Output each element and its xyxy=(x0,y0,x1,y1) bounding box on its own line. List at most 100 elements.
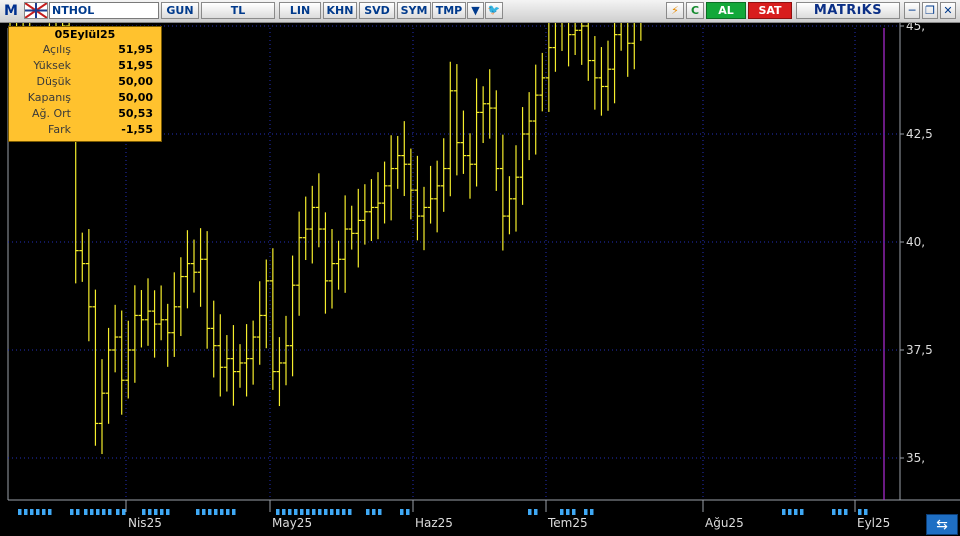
info-value: 50,00 xyxy=(118,91,153,104)
info-row-change: Fark -1,55 xyxy=(9,122,161,138)
svd-button[interactable]: SVD xyxy=(359,2,395,19)
info-value: 50,00 xyxy=(118,75,153,88)
tmp-button[interactable]: TMP xyxy=(432,2,466,19)
info-label: Ağ. Ort xyxy=(32,107,71,120)
volume-tick xyxy=(584,509,588,515)
time-tick-label: Nis25 xyxy=(128,516,162,530)
volume-tick xyxy=(276,509,280,515)
time-tick-label: Tem25 xyxy=(547,516,588,530)
price-tick-label: 35, xyxy=(906,451,925,465)
volume-tick xyxy=(366,509,370,515)
info-row-wavg: Ağ. Ort 50,53 xyxy=(9,106,161,122)
volume-tick xyxy=(84,509,88,515)
volume-tick xyxy=(154,509,158,515)
currency-button[interactable]: TL xyxy=(201,2,275,19)
volume-tick xyxy=(534,509,538,515)
volume-tick xyxy=(226,509,230,515)
volume-tick xyxy=(202,509,206,515)
symbol-input[interactable]: NTHOL xyxy=(49,2,159,19)
volume-tick xyxy=(90,509,94,515)
ohlc-info-box: 05Eylül25 Açılış 51,95 Yüksek 51,95 Düşük 5… xyxy=(8,26,162,142)
period-button[interactable]: GUN xyxy=(161,2,199,19)
volume-tick xyxy=(782,509,786,515)
volume-tick xyxy=(864,509,868,515)
volume-tick xyxy=(590,509,594,515)
volume-tick xyxy=(220,509,224,515)
buy-button[interactable]: AL xyxy=(706,2,746,19)
volume-tick xyxy=(336,509,340,515)
info-row-high: Yüksek 51,95 xyxy=(9,58,161,74)
volume-tick xyxy=(288,509,292,515)
volume-tick xyxy=(312,509,316,515)
info-row-close: Kapanış 50,00 xyxy=(9,90,161,106)
volume-tick xyxy=(348,509,352,515)
info-value: 51,95 xyxy=(118,43,153,56)
info-row-open: Açılış 51,95 xyxy=(9,42,161,58)
dropdown-arrow-icon[interactable]: ▼ xyxy=(467,2,484,19)
volume-tick xyxy=(48,509,52,515)
volume-tick xyxy=(528,509,532,515)
info-label: Düşük xyxy=(36,75,71,88)
volume-tick xyxy=(400,509,404,515)
volume-tick xyxy=(24,509,28,515)
volume-tick xyxy=(406,509,410,515)
close-icon[interactable]: ✕ xyxy=(940,2,956,19)
volume-tick xyxy=(372,509,376,515)
volume-tick xyxy=(572,509,576,515)
volume-tick xyxy=(116,509,120,515)
twitter-icon[interactable]: 🐦 xyxy=(485,2,503,19)
volume-tick xyxy=(282,509,286,515)
sell-button[interactable]: SAT xyxy=(748,2,792,19)
volume-tick xyxy=(794,509,798,515)
volume-tick xyxy=(122,509,126,515)
khn-button[interactable]: KHN xyxy=(323,2,357,19)
info-label: Yüksek xyxy=(33,59,71,72)
linear-button[interactable]: LIN xyxy=(279,2,321,19)
volume-tick xyxy=(832,509,836,515)
volume-tick xyxy=(30,509,34,515)
minimize-icon[interactable]: ─ xyxy=(904,2,920,19)
refresh-button[interactable]: C xyxy=(686,2,704,19)
volume-tick xyxy=(800,509,804,515)
info-value: 50,53 xyxy=(118,107,153,120)
sync-icon[interactable]: ⇆ xyxy=(926,514,958,535)
flash-icon[interactable]: ⚡ xyxy=(666,2,684,19)
volume-tick xyxy=(330,509,334,515)
volume-tick xyxy=(42,509,46,515)
sym-button[interactable]: SYM xyxy=(397,2,431,19)
volume-tick xyxy=(102,509,106,515)
info-row-low: Düşük 50,00 xyxy=(9,74,161,90)
volume-tick xyxy=(160,509,164,515)
info-date: 05Eylül25 xyxy=(54,28,116,41)
volume-tick xyxy=(342,509,346,515)
matriks-m-logo: M xyxy=(4,3,18,19)
price-tick-label: 40, xyxy=(906,235,925,249)
volume-tick xyxy=(18,509,22,515)
volume-tick xyxy=(70,509,74,515)
volume-tick xyxy=(148,509,152,515)
price-tick-label: 37,5 xyxy=(906,343,933,357)
restore-icon[interactable]: ❐ xyxy=(922,2,938,19)
volume-tick xyxy=(76,509,80,515)
matriks-brand-logo: MATRıKS xyxy=(796,2,900,19)
flag-icon[interactable] xyxy=(24,2,48,19)
volume-tick xyxy=(566,509,570,515)
volume-tick xyxy=(294,509,298,515)
volume-tick xyxy=(108,509,112,515)
volume-tick xyxy=(208,509,212,515)
info-label: Açılış xyxy=(42,43,71,56)
info-value: -1,55 xyxy=(121,123,153,136)
volume-tick xyxy=(166,509,170,515)
toolbar: M NTHOL GUN TL LIN KHN SVD SYM TMP ▼ 🐦 ⚡… xyxy=(0,0,960,23)
volume-tick xyxy=(96,509,100,515)
time-tick-label: May25 xyxy=(272,516,312,530)
volume-tick xyxy=(324,509,328,515)
volume-tick xyxy=(196,509,200,515)
volume-tick xyxy=(378,509,382,515)
volume-tick xyxy=(214,509,218,515)
info-label: Kapanış xyxy=(27,91,71,104)
volume-tick xyxy=(844,509,848,515)
volume-tick xyxy=(300,509,304,515)
volume-tick xyxy=(788,509,792,515)
info-label: Fark xyxy=(48,123,71,136)
